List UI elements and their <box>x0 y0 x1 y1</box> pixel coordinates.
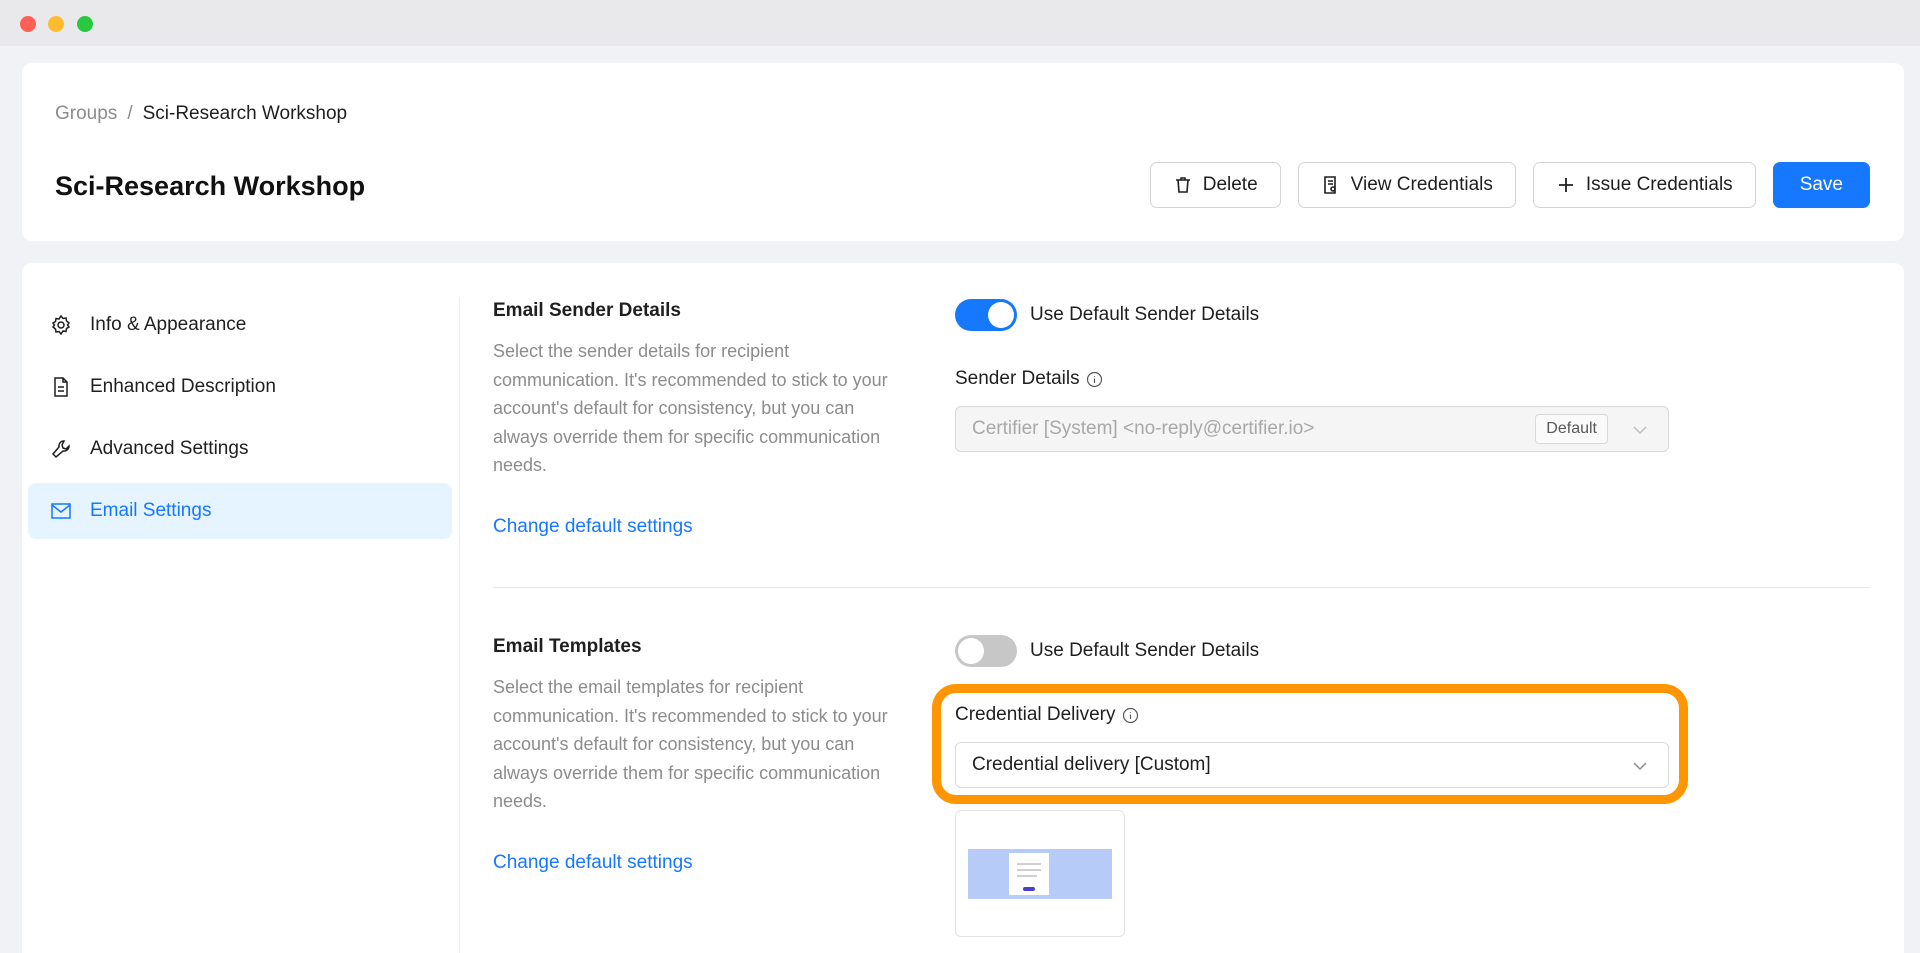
sender-details-label: Sender Details <box>955 368 1103 390</box>
sidebar-item-label: Email Settings <box>90 500 212 521</box>
preview-line <box>1017 863 1041 865</box>
preview-line <box>1017 875 1037 877</box>
header-card: Groups / Sci-Research Workshop Sci-Researc… <box>22 63 1904 241</box>
main-card: Info & Appearance Enhanced Description A… <box>22 263 1904 953</box>
default-templates-toggle[interactable] <box>955 635 1017 667</box>
sidebar-item-email-settings[interactable]: Email Settings <box>28 483 452 539</box>
mail-icon <box>51 503 71 519</box>
toggle-knob <box>958 638 984 664</box>
default-templates-toggle-label: Use Default Sender Details <box>1030 640 1260 661</box>
default-sender-toggle[interactable] <box>955 299 1017 331</box>
info-icon[interactable] <box>1086 371 1103 388</box>
plus-icon <box>1558 178 1573 192</box>
section-divider <box>493 587 1870 588</box>
document-icon <box>54 377 68 397</box>
window-titlebar <box>0 0 1920 46</box>
breadcrumb-groups-link[interactable]: Groups <box>55 103 117 124</box>
credential-delivery-value: Credential delivery [Custom] <box>972 754 1211 775</box>
template-preview-thumbnail[interactable] <box>955 810 1125 937</box>
preview-button <box>1023 887 1035 891</box>
sender-details-value: Certifier [System] <no-reply@certifier.i… <box>972 418 1315 439</box>
maximize-window-button[interactable] <box>77 16 93 32</box>
toggle-knob <box>988 302 1014 328</box>
header-actions: Delete View Credentials Issue Credential… <box>1149 162 1870 208</box>
sidebar-item-advanced-settings[interactable]: Advanced Settings <box>28 421 452 477</box>
breadcrumb: Groups / Sci-Research Workshop <box>55 103 347 125</box>
sender-change-defaults-link[interactable]: Change default settings <box>493 516 693 538</box>
delete-button-label: Delete <box>1202 174 1258 195</box>
save-button[interactable]: Save <box>1772 162 1870 208</box>
close-window-button[interactable] <box>20 16 36 32</box>
templates-change-defaults-link[interactable]: Change default settings <box>493 852 693 874</box>
preview-line <box>1017 869 1041 871</box>
view-credentials-button[interactable]: View Credentials <box>1297 162 1516 208</box>
templates-section-title: Email Templates <box>493 636 642 657</box>
breadcrumb-separator: / <box>127 103 133 124</box>
gear-icon <box>51 314 71 336</box>
sender-section-title: Email Sender Details <box>493 300 681 321</box>
default-badge: Default <box>1535 414 1608 444</box>
settings-sidebar: Info & Appearance Enhanced Description A… <box>28 297 452 545</box>
credential-delivery-label-text: Credential Delivery <box>955 704 1116 725</box>
breadcrumb-current: Sci-Research Workshop <box>142 103 348 124</box>
delete-button[interactable]: Delete <box>1149 162 1281 208</box>
credential-delivery-select[interactable]: Credential delivery [Custom] <box>955 742 1669 788</box>
minimize-window-button[interactable] <box>48 16 64 32</box>
view-credentials-label: View Credentials <box>1350 174 1493 195</box>
default-sender-toggle-label: Use Default Sender Details <box>1030 304 1260 325</box>
sender-details-select: Certifier [System] <no-reply@certifier.i… <box>955 406 1669 452</box>
issue-credentials-label: Issue Credentials <box>1585 174 1733 195</box>
templates-section-description: Select the email templates for recipient… <box>493 677 888 811</box>
chevron-down-icon <box>1633 762 1647 771</box>
page-title: Sci-Research Workshop <box>55 171 366 201</box>
sidebar-item-enhanced-description[interactable]: Enhanced Description <box>28 359 452 415</box>
issue-credentials-button[interactable]: Issue Credentials <box>1532 162 1756 208</box>
sidebar-item-label: Info & Appearance <box>90 314 247 335</box>
wrench-icon <box>51 440 70 459</box>
sidebar-item-label: Advanced Settings <box>90 438 249 459</box>
sidebar-item-info-appearance[interactable]: Info & Appearance <box>28 297 452 353</box>
chevron-down-icon <box>1633 426 1647 435</box>
sender-details-label-text: Sender Details <box>955 368 1080 389</box>
preview-document <box>1009 853 1049 895</box>
info-icon[interactable] <box>1122 707 1139 724</box>
credential-delivery-label: Credential Delivery <box>955 704 1139 726</box>
content-divider <box>459 297 460 953</box>
certificate-icon <box>1323 176 1336 194</box>
trash-icon <box>1175 177 1190 193</box>
sender-section-description: Select the sender details for recipient … <box>493 341 888 475</box>
sidebar-item-label: Enhanced Description <box>90 376 276 397</box>
